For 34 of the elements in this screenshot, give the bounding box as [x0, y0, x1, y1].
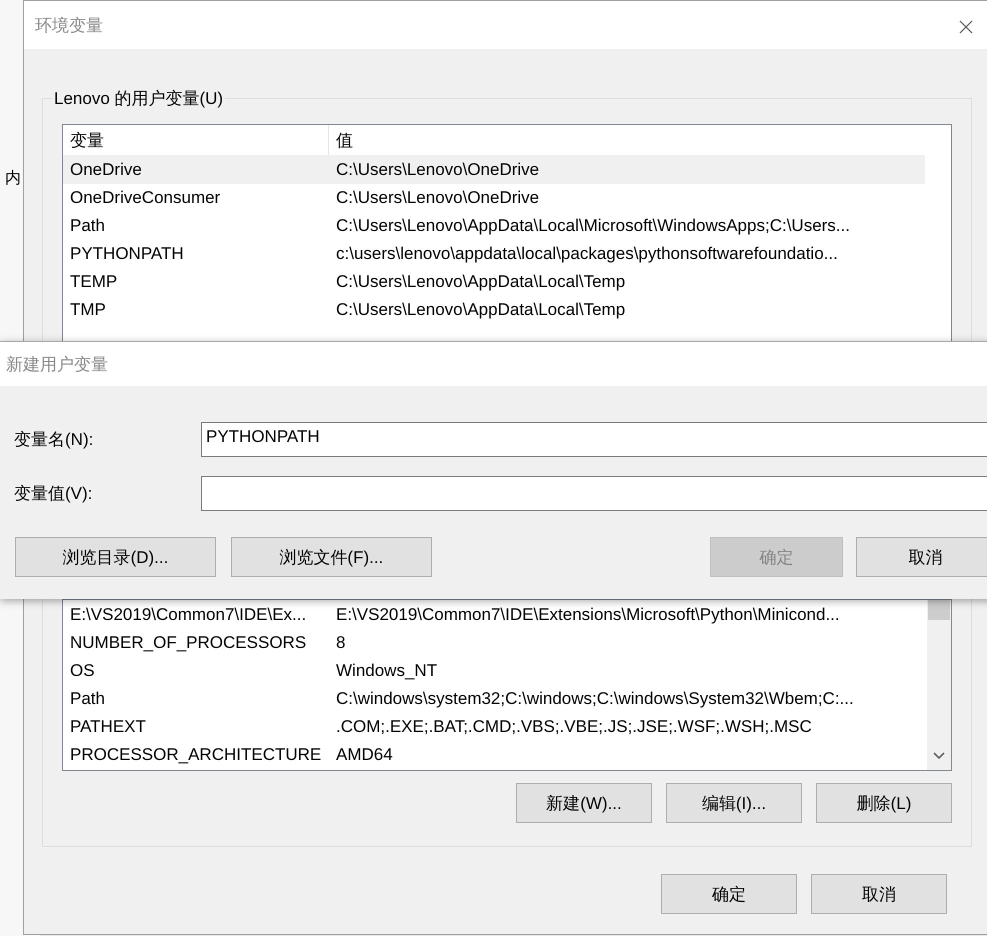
list-row[interactable]: OS Windows_NT [63, 657, 927, 685]
list-row[interactable]: OneDrive C:\Users\Lenovo\OneDrive [63, 156, 925, 184]
list-row[interactable]: PATHEXT .COM;.EXE;.BAT;.CMD;.VBS;.VBE;.JS;.JSE;.WSF;.WSH;.MSC [63, 713, 927, 741]
close-icon[interactable] [959, 20, 973, 34]
column-header[interactable]: 变量 [63, 125, 329, 155]
input-field[interactable]: PYTHONPATH [201, 422, 987, 457]
input-field[interactable] [201, 476, 987, 511]
dialog-button[interactable]: 编辑(I)... [666, 783, 802, 823]
dialog-button[interactable]: 取消 [811, 874, 947, 914]
chevron-down-icon[interactable] [933, 752, 945, 760]
list-row[interactable]: TEMP C:\Users\Lenovo\AppData\Local\Temp [63, 268, 925, 296]
window-title: 环境变量 [34, 14, 103, 36]
window-text: 内 [5, 168, 21, 189]
list-row[interactable]: Path C:\Users\Lenovo\AppData\Local\Microsoft\WindowsApps;C:\Users... [63, 212, 925, 240]
list-row[interactable]: TMP C:\Users\Lenovo\AppData\Local\Temp [63, 296, 925, 324]
list-row[interactable]: Path C:\windows\system32;C:\windows;C:\windows\System32\Wbem;C:... [63, 685, 927, 713]
list-row[interactable]: NUMBER_OF_PROCESSORS 8 [63, 629, 927, 657]
dialog-button[interactable]: 删除(L) [816, 783, 952, 823]
list-row[interactable]: OneDriveConsumer C:\Users\Lenovo\OneDrive [63, 184, 925, 212]
dialog-button[interactable]: 取消 [856, 537, 987, 577]
window-title: 新建用户变量 [5, 354, 108, 376]
dialog-button[interactable]: 新建(W)... [516, 783, 652, 823]
list-row[interactable]: E:\VS2019\Common7\IDE\Ex... E:\VS2019\Common7\IDE\Extensions\Microsoft\Python\Minicond... [63, 601, 927, 629]
dialog-button[interactable]: 浏览目录(D)... [15, 537, 216, 577]
column-header[interactable]: 值 [329, 125, 353, 155]
field-label: 变量名(N): [14, 429, 94, 451]
list-row[interactable]: PYTHONPATH c:\users\lenovo\appdata\local\packages\pythonsoftwarefoundatio... [63, 240, 925, 268]
field-label: 变量值(V): [14, 483, 94, 505]
group-label: Lenovo 的用户变量(U) [53, 88, 224, 110]
list-row[interactable]: PROCESSOR_ARCHITECTURE AMD64 [63, 741, 927, 769]
scrollbar[interactable] [927, 600, 951, 770]
dialog-button[interactable]: 浏览文件(F)... [230, 537, 432, 577]
scrollbar-thumb[interactable] [928, 600, 950, 620]
dialog-button[interactable]: 确定 [661, 874, 797, 914]
